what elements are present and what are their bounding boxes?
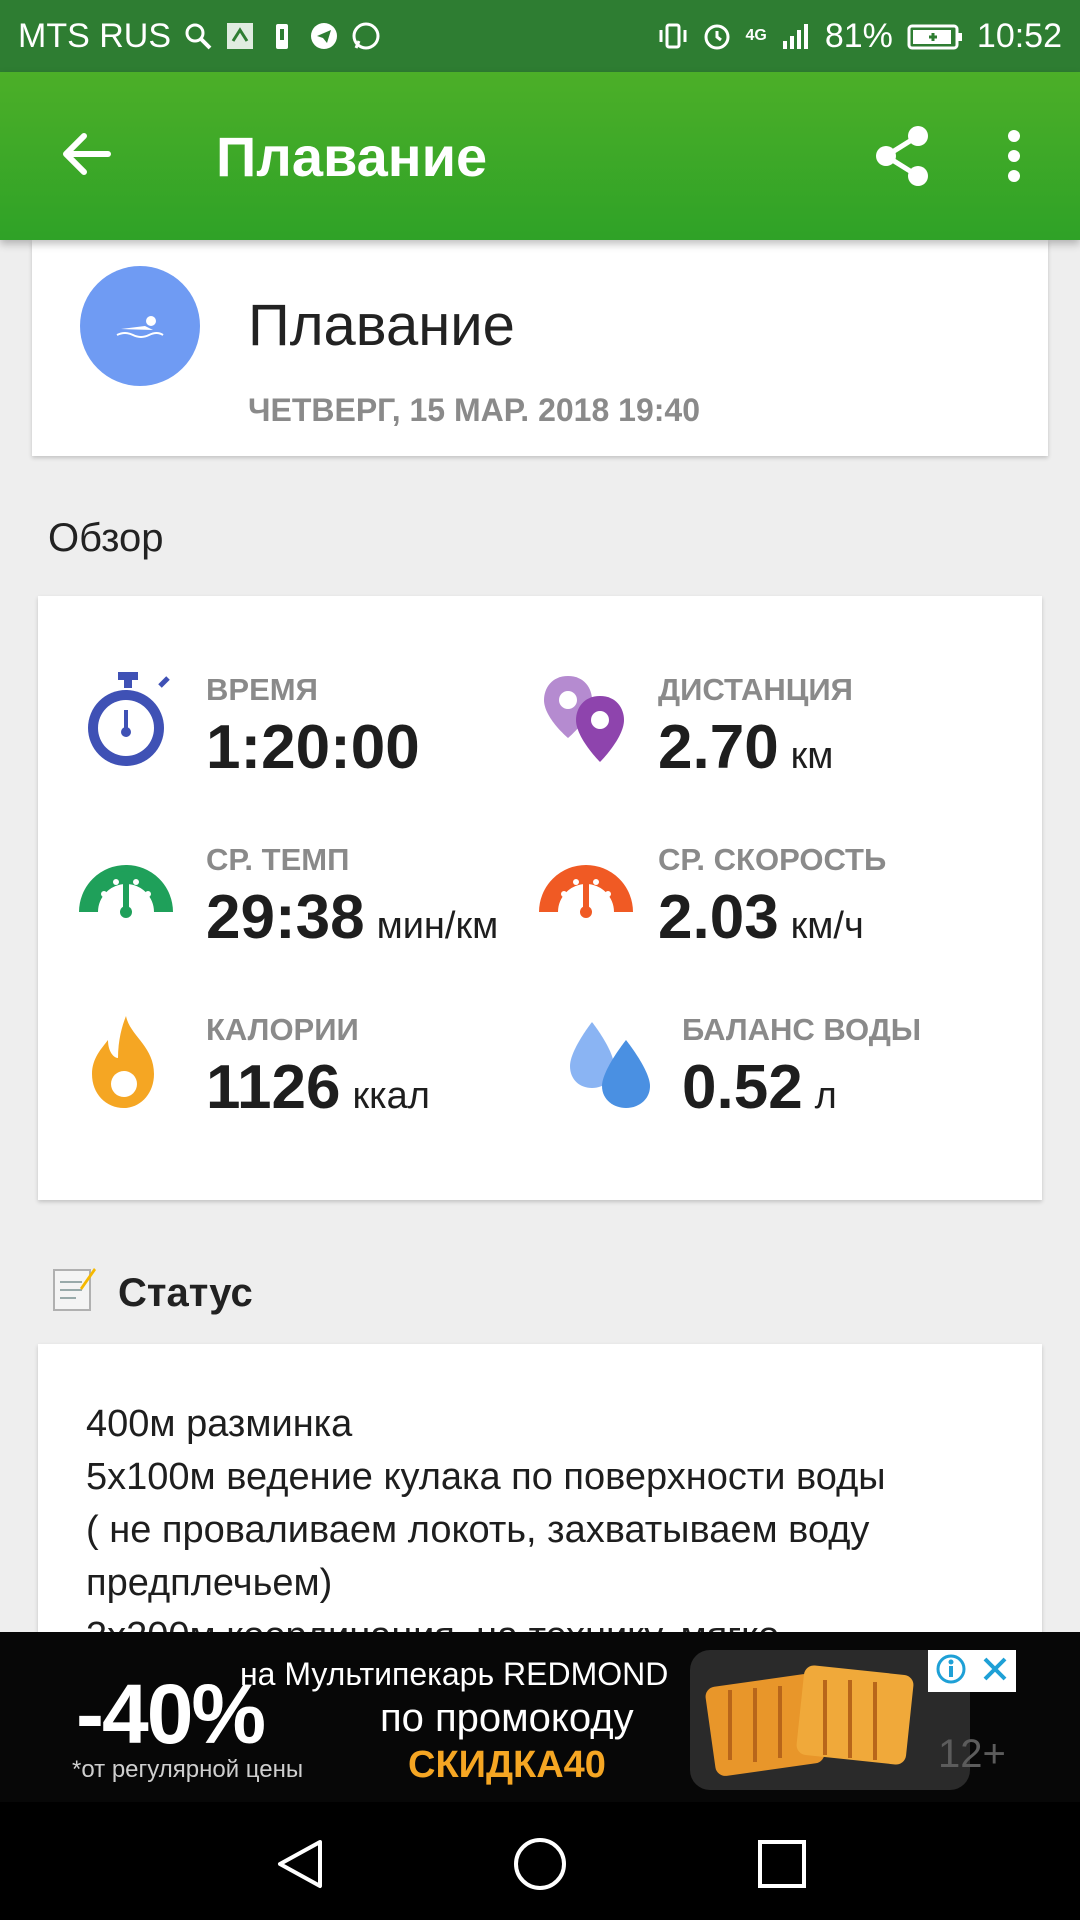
app-icon: [225, 21, 255, 51]
page-title: Плавание: [216, 125, 488, 188]
search-icon: [183, 21, 213, 51]
app-bar: Плавание: [0, 72, 1080, 240]
stat-label: ДИСТАНЦИЯ: [658, 672, 853, 707]
overview-heading: Обзор: [48, 516, 164, 560]
ad-choices[interactable]: [928, 1650, 1016, 1692]
clock: 10:52: [976, 16, 1062, 55]
stat-value: 29:38 мин/км: [206, 883, 499, 952]
share-icon[interactable]: [872, 124, 932, 188]
activity-datetime: ЧЕТВЕРГ, 15 МАР. 2018 19:40: [248, 392, 700, 428]
activity-title: Плавание: [248, 293, 515, 358]
info-icon[interactable]: [935, 1653, 967, 1690]
ad-note: *от регулярной цены: [72, 1756, 304, 1783]
back-arrow-icon[interactable]: [56, 124, 116, 184]
nav-recents-icon[interactable]: [752, 1834, 812, 1894]
stat-label: ВРЕМЯ: [206, 672, 318, 707]
stat-value: 2.70 км: [658, 713, 834, 782]
speed-gauge-icon: [538, 842, 638, 942]
status-card: 400м разминка 5x100м ведение кулака по п…: [38, 1344, 1042, 1644]
ad-promo-code: СКИДКА40: [408, 1744, 606, 1786]
whatsapp-icon: [351, 21, 381, 51]
signal-icon: [781, 21, 811, 51]
nav-back-icon[interactable]: [270, 1834, 330, 1894]
ad-age-rating: 12+: [938, 1732, 1006, 1776]
ad-product-line: на Мультипекарь REDMOND: [240, 1656, 669, 1692]
swimmer-icon: [116, 316, 164, 338]
status-heading: Статус: [52, 1264, 253, 1322]
location-pin-icon: [538, 672, 638, 772]
stat-label: СР. СКОРОСТЬ: [658, 842, 887, 877]
stat-label: КАЛОРИИ: [206, 1012, 359, 1047]
status-title: Статус: [118, 1270, 253, 1315]
battery-icon: [907, 21, 963, 51]
swimming-avatar: [80, 266, 200, 386]
stat-value: 2.03 км/ч: [658, 883, 864, 952]
navigation-bar: [0, 1802, 1080, 1920]
stat-value: 1126 ккал: [206, 1053, 430, 1122]
water-drop-icon: [562, 1012, 662, 1112]
ad-promo-line: по промокоду: [380, 1696, 634, 1740]
overview-card: ВРЕМЯ 1:20:00 ДИСТАНЦИЯ 2.70 км СР. ТЕМП …: [38, 596, 1042, 1200]
carrier-name: MTS RUS: [18, 16, 171, 55]
battery-percent: 81%: [824, 16, 893, 55]
status-bar: MTS RUS 4G 81% 10:52: [0, 0, 1080, 72]
notepad-icon: [52, 1264, 96, 1322]
fire-icon: [78, 1012, 178, 1112]
battery-saver-icon: [267, 21, 297, 51]
pace-gauge-icon: [78, 842, 178, 942]
telegram-icon: [309, 21, 339, 51]
close-icon[interactable]: [981, 1655, 1009, 1688]
status-note-text: 400м разминка 5x100м ведение кулака по п…: [86, 1403, 886, 1644]
ad-banner[interactable]: -40% *от регулярной цены на Мультипекарь…: [0, 1632, 1080, 1802]
activity-header-card: Плавание ЧЕТВЕРГ, 15 МАР. 2018 19:40: [32, 240, 1048, 456]
vibrate-icon: [658, 21, 688, 51]
alarm-icon: [702, 21, 732, 51]
network-type: 4G: [745, 27, 767, 44]
stopwatch-icon: [78, 672, 178, 772]
nav-home-icon[interactable]: [510, 1834, 570, 1894]
stat-label: СР. ТЕМП: [206, 842, 350, 877]
more-options-icon[interactable]: [994, 126, 1034, 186]
stat-value: 1:20:00: [206, 713, 420, 782]
stat-value: 0.52 л: [682, 1053, 837, 1122]
stat-label: БАЛАНС ВОДЫ: [682, 1012, 922, 1047]
ad-discount: -40%: [76, 1667, 266, 1761]
